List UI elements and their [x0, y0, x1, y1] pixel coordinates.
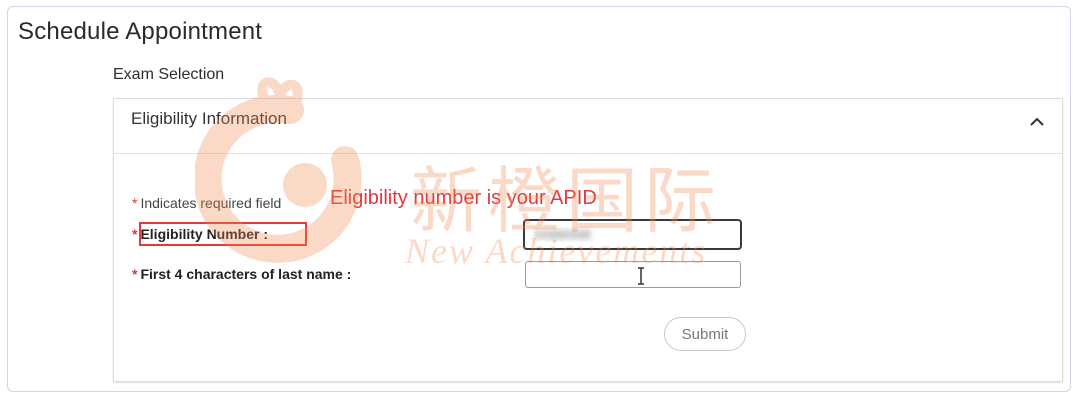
submit-button[interactable]: Submit [664, 317, 746, 351]
chevron-up-icon[interactable] [1028, 113, 1046, 131]
required-star-icon: * [132, 226, 138, 242]
exam-selection-label: Exam Selection [113, 66, 225, 83]
last-name-input[interactable] [525, 261, 741, 288]
eligibility-number-label: * Eligibility Number : [132, 226, 268, 242]
eligibility-panel: Eligibility Information * Indicates requi… [113, 98, 1063, 382]
panel-title: Eligibility Information [131, 109, 287, 128]
required-star-icon: * [132, 266, 138, 282]
required-note-text: Indicates required field [140, 195, 282, 211]
required-note: * Indicates required field [132, 195, 281, 211]
page-title: Schedule Appointment [18, 18, 263, 45]
last-name-label: * First 4 characters of last name : [132, 266, 351, 282]
last-name-label-text: First 4 characters of last name : [140, 266, 352, 282]
panel-header[interactable]: Eligibility Information [114, 99, 1062, 154]
eligibility-number-label-text: Eligibility Number : [140, 226, 269, 242]
apid-annotation: Eligibility number is your APID [330, 187, 597, 209]
eligibility-number-input[interactable] [523, 219, 742, 250]
required-star-icon: * [132, 195, 138, 211]
